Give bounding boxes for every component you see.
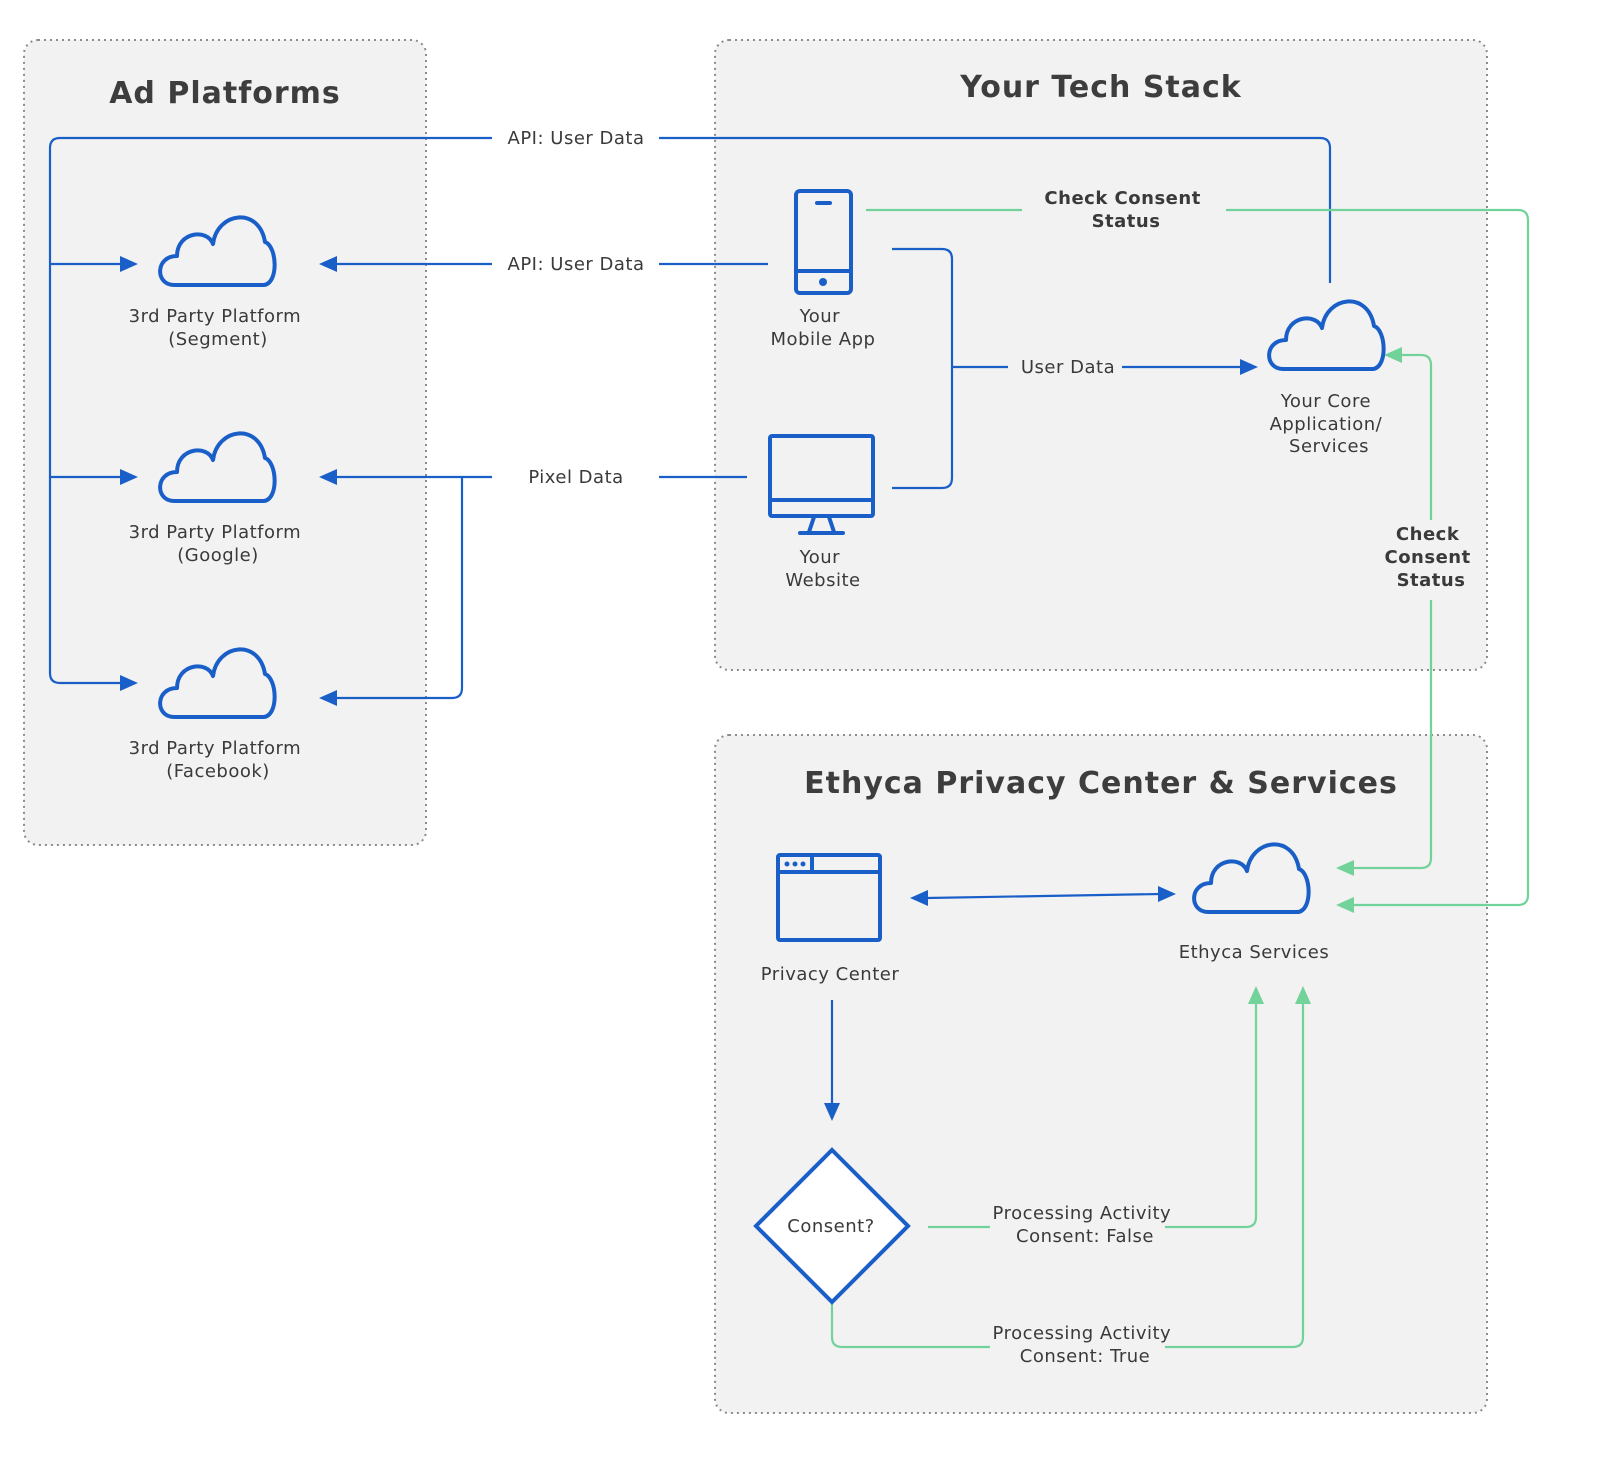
tech-stack-title: Your Tech Stack [959, 70, 1242, 105]
ad-platforms-panel [23, 39, 427, 846]
privacy-center-label: Privacy Center [761, 964, 900, 985]
ethyca-services-label: Ethyca Services [1179, 942, 1330, 963]
pixel-data-label: Pixel Data [528, 467, 623, 488]
check-consent-side-label: Check Consent Status [1384, 524, 1477, 591]
ethyca-panel [714, 734, 1488, 1414]
architecture-diagram: Ad Platforms Your Tech Stack Ethyca Priv… [0, 0, 1600, 1478]
api-top-label: API: User Data [508, 128, 645, 149]
ethyca-title: Ethyca Privacy Center & Services [804, 766, 1398, 801]
user-data-label: User Data [1021, 357, 1115, 378]
ad-platforms-title: Ad Platforms [109, 76, 341, 111]
consent-decision-label: Consent? [787, 1216, 874, 1237]
api-mid-label: API: User Data [508, 254, 645, 275]
